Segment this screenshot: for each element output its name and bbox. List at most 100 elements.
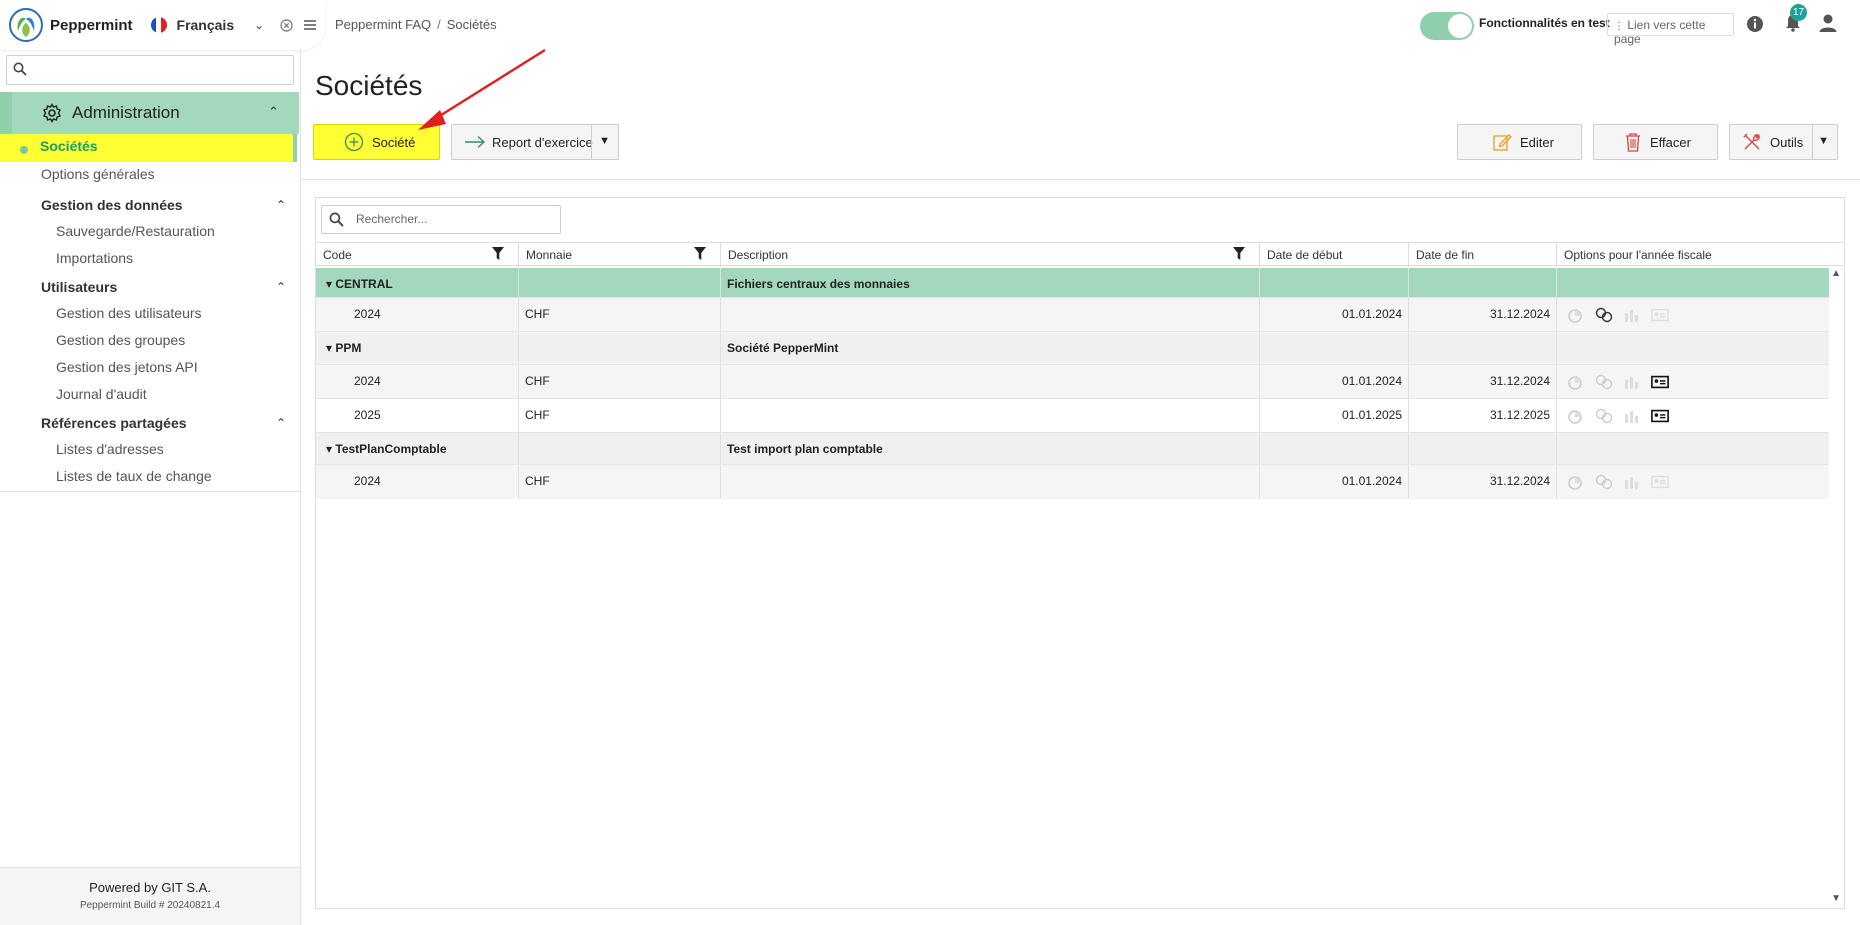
table-row[interactable]: 2024 CHF 01.01.2024 31.12.2024 [316,298,1829,332]
menu-icon[interactable] [303,19,317,31]
tools-label: Outils [1770,134,1804,150]
currency-cell: CHF [519,399,721,432]
bar-chart-icon[interactable] [1623,374,1641,390]
chart-pie-icon[interactable] [1567,374,1585,390]
sidebar-footer: Powered by GIT S.A. Peppermint Build # 2… [0,867,300,925]
table-cell [721,298,1260,331]
group-row[interactable]: ▾ PPM Société PepperMint [316,332,1829,365]
chevron-up-icon[interactable]: ⌃ [276,198,286,212]
table-cell [721,399,1260,432]
sidebar-item-taux-change[interactable]: Listes de taux de change [56,468,212,484]
table-cell [1409,433,1557,464]
edit-button[interactable]: Editer [1457,124,1582,160]
bar-chart-icon[interactable] [1623,307,1641,323]
collapse-caret-icon[interactable]: ▾ [326,277,332,291]
sidebar-search-input[interactable] [33,60,283,80]
column-header-label: Monnaie [526,248,573,262]
filter-icon[interactable] [492,247,504,260]
contact-card-icon[interactable] [1651,474,1669,490]
bar-chart-icon[interactable] [1623,408,1641,424]
column-header-end-date[interactable]: Date de fin [1409,243,1557,267]
page-link-button[interactable]: ⋮ Lien vers cette page [1607,13,1734,46]
sidebar-item-societes[interactable]: Sociétés [0,134,297,162]
chart-pie-icon[interactable] [1567,408,1585,424]
sidebar-item-options-generales[interactable]: Options générales [41,166,155,182]
language-selector[interactable]: Français [177,17,235,33]
tools-button[interactable]: Outils ▼ [1729,124,1838,160]
edit-icon [1493,134,1512,151]
sidebar-group-references[interactable]: Références partagées [41,415,187,431]
divider [302,179,1860,180]
sidebar-item-sauvegarde[interactable]: Sauvegarde/Restauration [56,223,215,239]
group-description: Société PepperMint [721,332,1260,364]
group-row[interactable]: ▾ CENTRAL Fichiers centraux des monnaies [316,268,1829,298]
sidebar-item-listes-adresses[interactable]: Listes d'adresses [56,441,164,457]
currency-exchange-icon[interactable] [1595,374,1613,390]
bar-chart-icon[interactable] [1623,474,1641,490]
column-header-start-date[interactable]: Date de début [1260,243,1409,267]
sidebar-group-utilisateurs[interactable]: Utilisateurs [41,279,117,295]
french-flag-icon [150,17,167,33]
sidebar-item-journal-audit[interactable]: Journal d'audit [56,386,147,402]
column-header-label: Description [728,248,789,262]
chevron-up-icon[interactable]: ⌃ [268,104,279,120]
table-row[interactable]: 2025 CHF 01.01.2025 31.12.2025 [316,399,1829,433]
fiscal-year-code: 2025 [316,399,519,432]
breadcrumb-separator: / [437,17,441,32]
column-header-code[interactable]: Code [316,243,519,267]
sidebar-item-importations[interactable]: Importations [56,250,133,266]
column-header-fiscal-options[interactable]: Options pour l'année fiscale [1557,243,1829,267]
table-row[interactable]: 2024 CHF 01.01.2024 31.12.2024 [316,365,1829,399]
sidebar-item-gestion-utilisateurs[interactable]: Gestion des utilisateurs [56,305,202,321]
column-header-description[interactable]: Description [721,243,1260,267]
test-features-toggle[interactable] [1420,12,1474,40]
divider [591,125,592,159]
peppermint-logo-icon[interactable] [8,7,44,43]
close-circle-icon[interactable] [280,18,293,32]
caret-down-icon[interactable]: ▼ [599,135,610,147]
table-cell [721,365,1260,398]
info-icon[interactable] [1746,15,1764,33]
currency-cell: CHF [519,465,721,499]
table-cell [1260,268,1409,297]
chevron-up-icon[interactable]: ⌃ [276,280,286,294]
currency-exchange-icon[interactable] [1595,307,1613,323]
contact-card-icon[interactable] [1651,307,1669,323]
group-row[interactable]: ▾ TestPlanComptable Test import plan com… [316,433,1829,465]
currency-exchange-icon[interactable] [1595,408,1613,424]
grid-search[interactable] [321,205,561,234]
chevron-up-icon[interactable]: ⌃ [276,416,286,430]
gear-icon [43,103,61,123]
breadcrumb-item-faq[interactable]: Peppermint FAQ [335,17,431,32]
sidebar-search[interactable] [6,55,294,85]
table-cell [519,433,721,464]
grid-search-input[interactable] [356,212,546,226]
end-date-cell: 31.12.2024 [1409,365,1557,398]
contact-card-icon[interactable] [1651,374,1669,390]
filter-icon[interactable] [694,247,706,260]
sidebar-group-gestion-donnees[interactable]: Gestion des données [41,197,183,213]
column-header-currency[interactable]: Monnaie [519,243,721,267]
sidebar-item-jetons-api[interactable]: Gestion des jetons API [56,359,198,375]
sidebar-item-gestion-groupes[interactable]: Gestion des groupes [56,332,185,348]
chart-pie-icon[interactable] [1567,474,1585,490]
collapse-caret-icon[interactable]: ▾ [326,442,332,456]
table-row[interactable]: 2024 CHF 01.01.2024 31.12.2024 [316,465,1829,499]
fiscal-year-code: 2024 [316,365,519,398]
filter-icon[interactable] [1233,247,1245,260]
scroll-down-icon[interactable]: ▼ [1831,893,1841,904]
sidebar-section-administration[interactable]: Administration ⌃ [0,92,299,134]
currency-exchange-icon[interactable] [1595,474,1613,490]
grid-header: Code Monnaie Description Date de début D… [316,242,1844,267]
chevron-down-icon[interactable]: ⌄ [254,18,264,32]
caret-down-icon[interactable]: ▼ [1818,135,1829,147]
brand-bar: Peppermint Français ⌄ [0,0,325,50]
chart-pie-icon[interactable] [1567,307,1585,323]
active-dot-icon [20,146,28,154]
contact-card-icon[interactable] [1651,408,1669,424]
collapse-caret-icon[interactable]: ▾ [326,341,332,355]
delete-button[interactable]: Effacer [1593,124,1718,160]
annotation-arrow-icon [418,48,546,130]
scroll-up-icon[interactable]: ▲ [1831,268,1841,279]
user-icon[interactable] [1818,13,1838,33]
